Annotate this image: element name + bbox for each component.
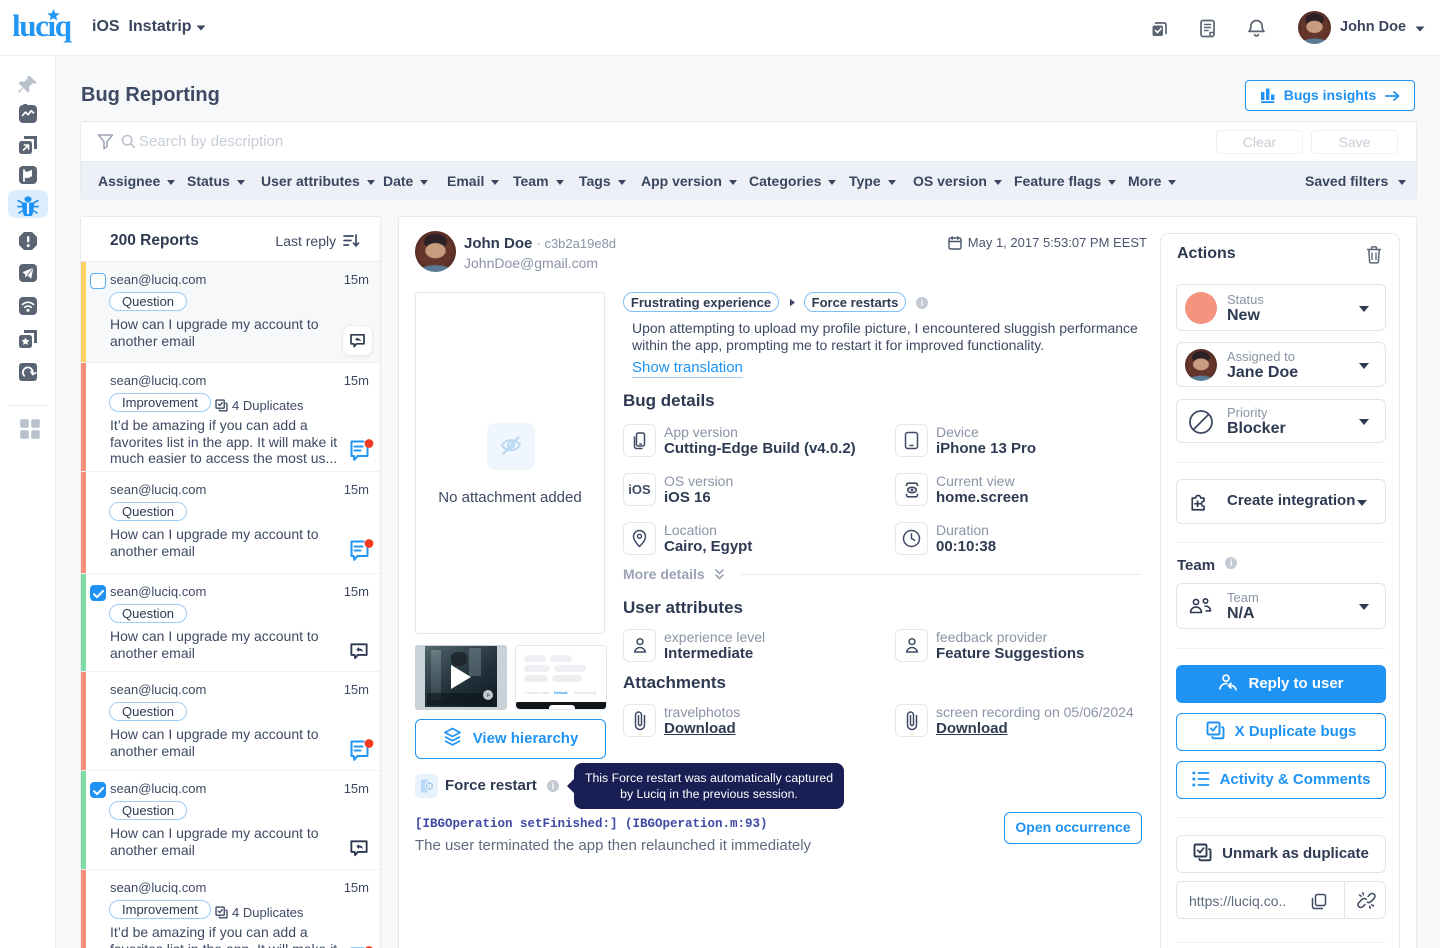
svg-text:lucıq: lucıq <box>13 9 72 43</box>
